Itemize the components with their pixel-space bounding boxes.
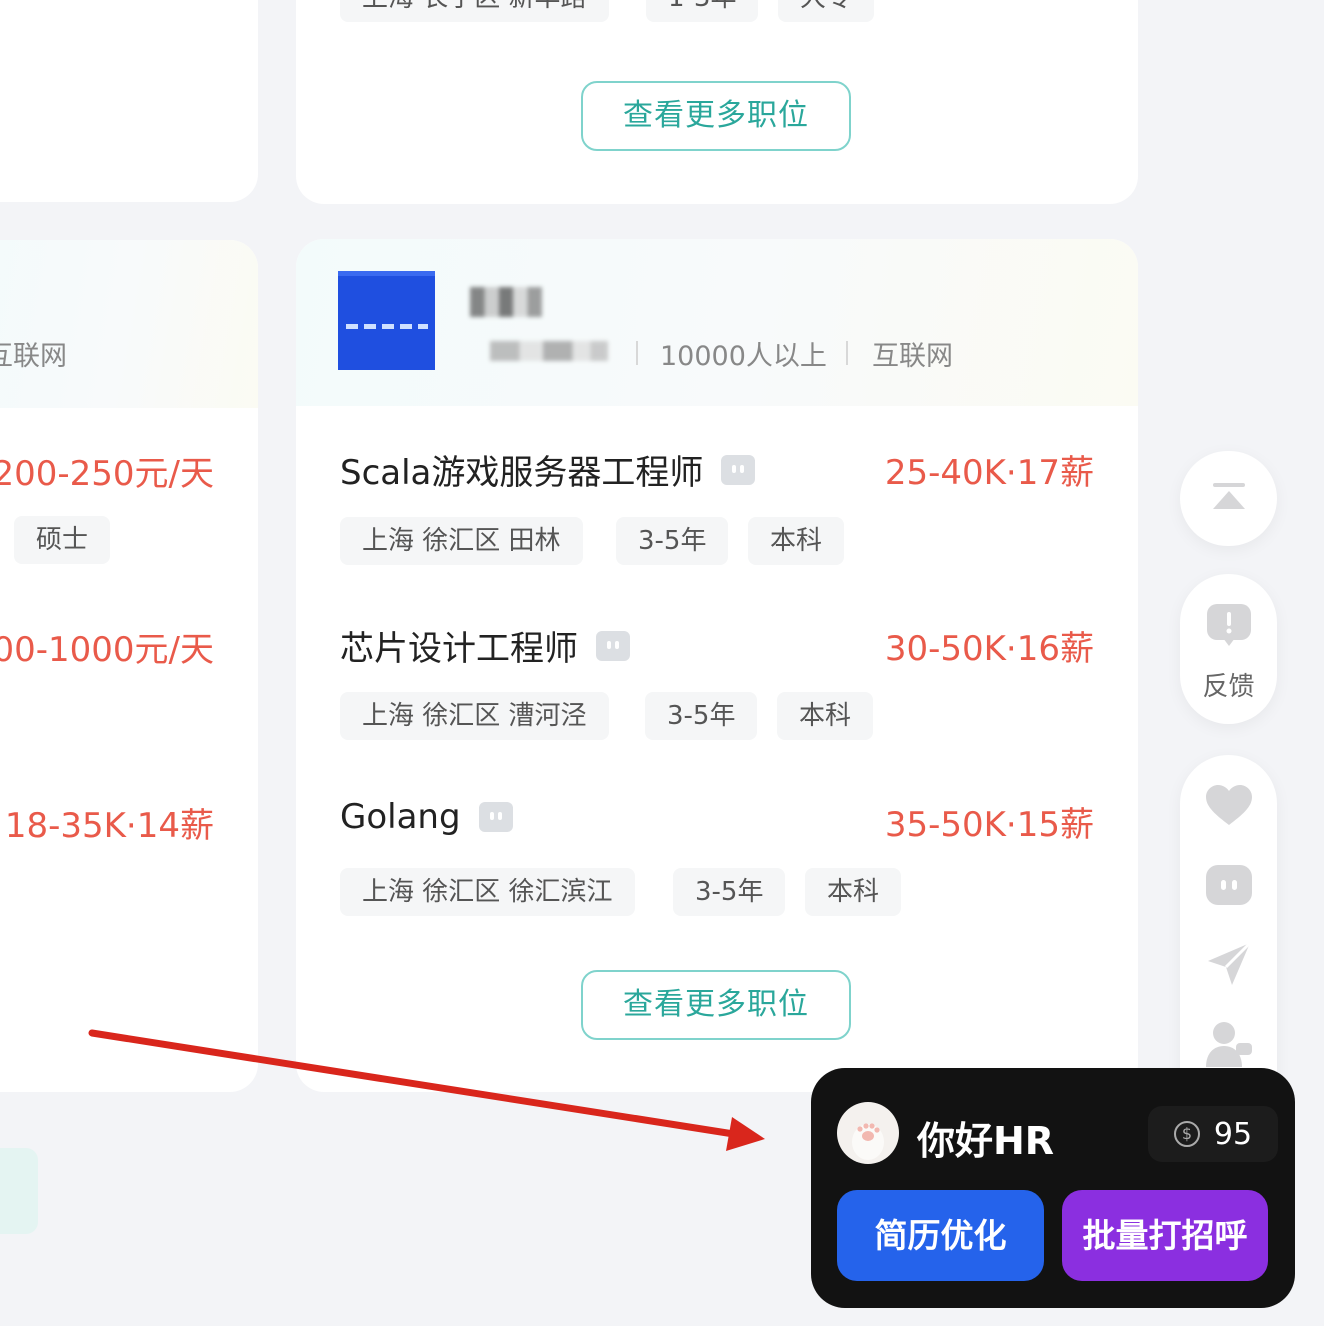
coin-balance[interactable]: $ 95 — [1148, 1106, 1278, 1162]
job-tag: 上海 徐汇区 徐汇滨江 — [340, 868, 635, 916]
job-tag: 大专 — [778, 0, 875, 22]
job-tag: 上海 徐汇区 田林 — [340, 517, 583, 565]
logo-mark — [346, 324, 428, 329]
job-tag: 1-3年 — [646, 0, 759, 22]
job-title-text[interactable]: Scala游戏服务器工程师 — [340, 445, 703, 494]
top-company-card[interactable]: 上海 长宁区 新华路 1-3年 大专 查看更多职位 — [296, 0, 1138, 204]
company-header[interactable]: 10000人以上 互联网 — [296, 239, 1138, 406]
feedback-label: 反馈 — [1202, 672, 1255, 702]
job-title[interactable]: 芯片设计工程师 — [340, 621, 630, 670]
job-tag: 本科 — [777, 692, 874, 740]
job-tag: 3-5年 — [673, 868, 786, 916]
job-tag: 本科 — [805, 868, 902, 916]
job-tag: 硕士 — [14, 516, 111, 564]
job-tag: 上海 徐汇区 漕河泾 — [340, 692, 609, 740]
company-logo[interactable] — [338, 271, 435, 370]
chat-icon[interactable] — [596, 630, 630, 661]
hr-panel: 你好HR $ 95 简历优化 批量打招呼 — [811, 1068, 1295, 1308]
batch-greet-button[interactable]: 批量打招呼 — [1062, 1190, 1268, 1281]
job-salary: 18-35K·14薪 — [4, 806, 214, 846]
tools-pill — [1180, 755, 1277, 1095]
coin-count: 95 — [1213, 1116, 1253, 1152]
more-jobs-button[interactable]: 查看更多职位 — [581, 970, 851, 1040]
left-bottom-widget[interactable] — [0, 1148, 38, 1234]
user-icon[interactable] — [1206, 1021, 1252, 1067]
feedback-button[interactable]: 反馈 — [1180, 574, 1277, 724]
arrow-up-icon — [1213, 483, 1245, 509]
job-salary: 200-250元/天 — [0, 454, 214, 494]
chat-icon[interactable] — [721, 454, 756, 485]
hr-greeting: 你好HR — [917, 1119, 1055, 1163]
left-card-top — [0, 0, 258, 202]
more-jobs-button[interactable]: 查看更多职位 — [581, 81, 851, 151]
job-tag: 3-5年 — [616, 517, 729, 565]
dollar-icon: $ — [1173, 1121, 1200, 1147]
company-name-blurred — [470, 287, 542, 317]
company-header — [0, 240, 258, 408]
alert-icon — [1207, 604, 1251, 646]
job-tag: 3-5年 — [645, 692, 758, 740]
divider — [636, 341, 638, 365]
company-stage-blurred — [490, 341, 608, 361]
company-card[interactable]: 10000人以上 互联网 Scala游戏服务器工程师 25-40K·17薪 上海… — [296, 239, 1138, 1092]
company-size: 10000人以上 — [660, 341, 827, 372]
company-industry: 互联网 — [0, 341, 67, 372]
job-salary: 35-50K·15薪 — [884, 805, 1094, 845]
job-tag: 上海 长宁区 新华路 — [340, 0, 609, 22]
job-salary: 500-1000元/天 — [0, 630, 214, 670]
job-title[interactable]: Scala游戏服务器工程师 — [340, 445, 756, 494]
left-company-card[interactable]: 互联网 200-250元/天 硕士 500-1000元/天 18-35K·14薪 — [0, 240, 258, 1092]
job-title[interactable]: Golang — [340, 797, 513, 837]
chat-icon[interactable] — [1206, 865, 1252, 905]
avatar[interactable] — [837, 1102, 899, 1164]
company-industry: 互联网 — [872, 341, 953, 372]
heart-icon[interactable] — [1206, 785, 1252, 827]
job-title-text[interactable]: Golang — [340, 797, 461, 837]
job-salary: 25-40K·17薪 — [884, 453, 1094, 493]
resume-optimize-button[interactable]: 简历优化 — [837, 1190, 1044, 1281]
paw-icon — [852, 1123, 884, 1160]
job-tag: 本科 — [748, 517, 845, 565]
job-salary: 30-50K·16薪 — [884, 629, 1094, 669]
divider — [846, 341, 848, 365]
job-title-text[interactable]: 芯片设计工程师 — [340, 621, 578, 670]
chat-icon[interactable] — [478, 802, 513, 832]
send-icon[interactable] — [1206, 941, 1252, 987]
back-to-top-button[interactable] — [1180, 451, 1277, 546]
